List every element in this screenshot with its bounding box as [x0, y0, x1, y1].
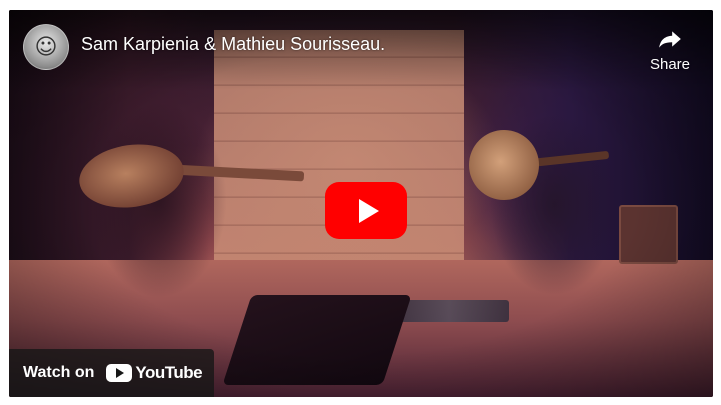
watch-on-label: Watch on — [23, 364, 95, 381]
watch-on-youtube-button[interactable]: Watch on YouTube — [9, 349, 214, 397]
play-icon — [359, 198, 379, 223]
share-label: Share — [649, 56, 691, 73]
youtube-logo-icon — [106, 364, 133, 382]
share-button[interactable]: Share — [645, 26, 695, 73]
video-player[interactable]: ☺ Sam Karpienia & Mathieu Sourisseau. Sh… — [9, 10, 713, 397]
youtube-logo: YouTube — [106, 363, 203, 383]
youtube-wordmark: YouTube — [135, 363, 203, 382]
youtube-logo-play-glyph — [116, 368, 125, 378]
video-title[interactable]: Sam Karpienia & Mathieu Sourisseau. — [81, 34, 385, 55]
share-arrow-icon — [659, 31, 681, 48]
embed-frame: ☺ Sam Karpienia & Mathieu Sourisseau. Sh… — [0, 0, 721, 405]
channel-avatar[interactable]: ☺ — [23, 24, 69, 70]
channel-avatar-icon: ☺ — [34, 34, 58, 60]
play-button[interactable] — [325, 182, 407, 239]
